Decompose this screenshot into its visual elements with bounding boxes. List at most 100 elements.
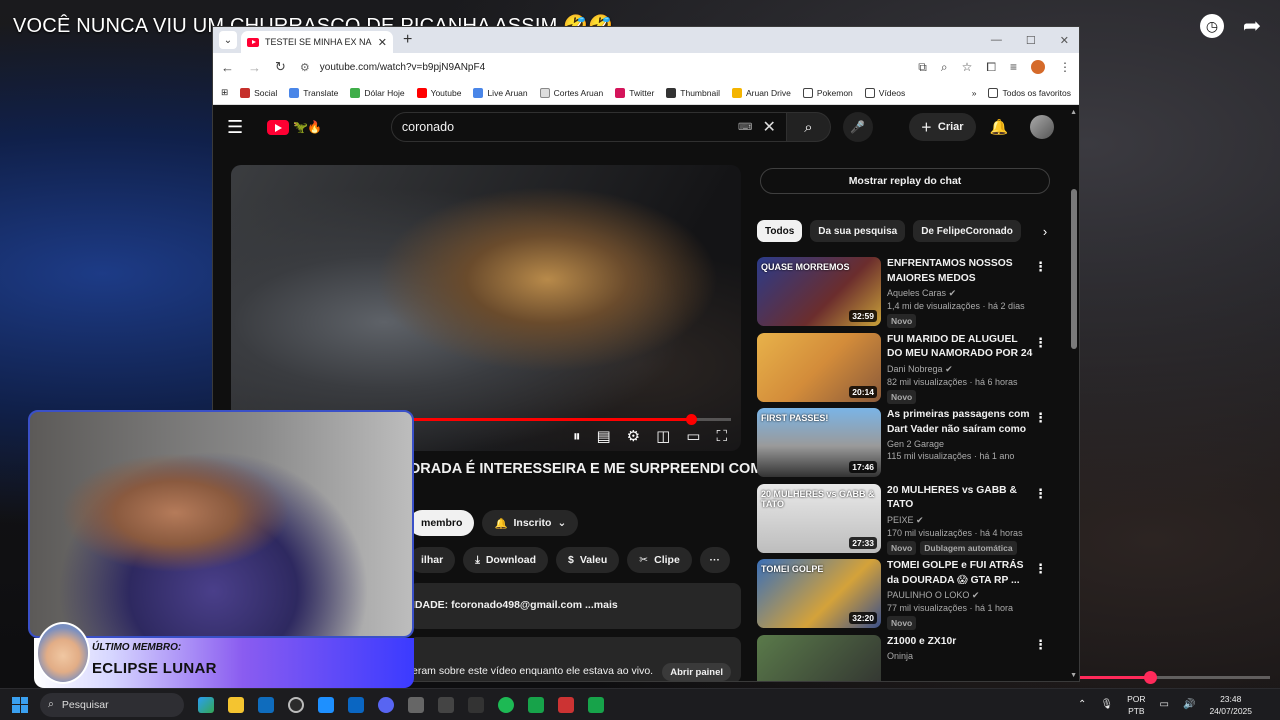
recommendation-title[interactable]: ENFRENTAMOS NOSSOS MAIORES MEDOS: [887, 257, 1035, 286]
search-button[interactable]: ⌕: [786, 112, 831, 142]
chevron-right-icon[interactable]: ›: [1043, 224, 1047, 239]
zoom-icon[interactable]: ⌕: [941, 60, 948, 75]
minimize-icon[interactable]: —: [991, 34, 1002, 47]
stream-progress-bar[interactable]: [1080, 671, 1270, 684]
bookmark-live-aruan[interactable]: Live Aruan: [473, 87, 528, 98]
video-progress-scrubber[interactable]: [686, 414, 697, 425]
close-window-icon[interactable]: ✕: [1060, 34, 1069, 47]
download-button[interactable]: ⤓ Download: [463, 547, 549, 573]
game-3-icon[interactable]: [588, 696, 604, 713]
chip-all[interactable]: Todos: [757, 220, 803, 242]
recommendation-item[interactable]: FIRST PASSES! 17:46 As primeiras passage…: [757, 408, 1057, 484]
more-options-kebab-icon[interactable]: ⋮: [1034, 259, 1047, 275]
more-options-kebab-icon[interactable]: ⋮: [1034, 561, 1047, 577]
recommendation-item[interactable]: QUASE MORREMOS 32:59 ENFRENTAMOS NOSSOS …: [757, 257, 1057, 333]
account-avatar[interactable]: [1030, 115, 1055, 139]
share-arrow-icon[interactable]: ➦: [1240, 13, 1264, 38]
page-scrollbar[interactable]: [1071, 189, 1077, 349]
recommendation-item[interactable]: 20:14 FUI MARIDO DE ALUGUEL DO MEU NAMOR…: [757, 332, 1057, 409]
back-arrow-icon[interactable]: ←: [221, 60, 234, 75]
network-icon[interactable]: ▭: [1160, 699, 1169, 710]
clock[interactable]: 23:48 24/07/2025: [1209, 693, 1252, 717]
video-thumbnail[interactable]: 20:14: [757, 332, 881, 402]
channel-name[interactable]: PEIXE ✔: [887, 515, 1035, 526]
fullscreen-icon[interactable]: ⛶: [716, 428, 727, 445]
share-button[interactable]: ilhar: [409, 547, 456, 573]
channel-name[interactable]: Oninja: [887, 651, 1035, 661]
show-chat-replay-button[interactable]: Mostrar replay do chat: [760, 168, 1050, 194]
outlook-icon[interactable]: [258, 696, 274, 713]
channel-name[interactable]: Aqueles Caras ✔: [887, 288, 1035, 299]
watch-later-clock-icon[interactable]: ◷: [1200, 14, 1224, 38]
windows-start-icon[interactable]: [12, 696, 28, 713]
app-arrow-icon[interactable]: [468, 696, 484, 713]
all-bookmarks[interactable]: Todos os favoritos: [988, 87, 1071, 98]
subtitles-icon[interactable]: ▤: [596, 427, 610, 445]
channel-name[interactable]: PAULINHO O LOKO ✔: [887, 590, 1035, 601]
bookmark-youtube[interactable]: Youtube: [416, 87, 461, 98]
more-options-kebab-icon[interactable]: ⋮: [1034, 637, 1047, 653]
bookmark-social[interactable]: Social: [240, 87, 277, 98]
join-member-button[interactable]: membro: [409, 510, 475, 536]
recommendation-item[interactable]: Z1000 e ZX10r Oninja ⋮: [757, 634, 1057, 681]
scroll-up-icon[interactable]: ▲: [1070, 109, 1077, 116]
reload-icon[interactable]: ↻: [275, 59, 286, 75]
video-thumbnail[interactable]: 20 MULHERES vs GABB & TATO 27:33: [757, 483, 881, 553]
tab-close-icon[interactable]: ✕: [378, 36, 387, 49]
video-thumbnail[interactable]: [757, 634, 881, 681]
open-panel-button[interactable]: Abrir painel: [662, 663, 731, 681]
microphone-icon[interactable]: 🎙: [1100, 699, 1113, 710]
media-control-icon[interactable]: ≡: [1010, 60, 1017, 74]
more-options-kebab-icon[interactable]: ⋮: [1034, 486, 1047, 502]
channel-name[interactable]: Gen 2 Garage: [887, 439, 1035, 449]
video-player[interactable]: ⏸ ▤ ⚙ ◫ ▭ ⛶: [231, 165, 741, 451]
create-button[interactable]: ＋ Criar: [908, 113, 976, 141]
recommendation-title[interactable]: 20 MULHERES vs GABB & TATO: [887, 484, 1035, 513]
channel-name[interactable]: Dani Nobrega ✔: [887, 364, 1035, 375]
description-box[interactable]: IDADE: fcoronado498@gmail.com ...mais: [409, 583, 741, 629]
taskbar-search[interactable]: ⌕ Pesquisar: [40, 692, 184, 717]
scroll-down-icon[interactable]: ▼: [1070, 672, 1077, 679]
autoplay-toggle-icon[interactable]: ⏸: [573, 428, 581, 445]
bookmark-thumbnail[interactable]: Thumbnail: [666, 87, 720, 98]
video-thumbnail[interactable]: TOMEI GOLPE 32:20: [757, 559, 881, 628]
subscribed-button[interactable]: 🔔 Inscrito ⌄: [482, 510, 579, 536]
site-info-icon[interactable]: ⚙: [300, 61, 310, 74]
bookmark-cortes-aruan[interactable]: Cortes Aruan: [539, 87, 603, 98]
video-thumbnail[interactable]: FIRST PASSES! 17:46: [757, 408, 881, 477]
capcut-icon[interactable]: [438, 696, 454, 713]
video-thumbnail[interactable]: QUASE MORREMOS 32:59: [757, 257, 881, 326]
bookmark-pokemon[interactable]: Pokemon: [802, 87, 853, 98]
obs-icon[interactable]: [288, 696, 304, 713]
more-actions-button[interactable]: ···: [699, 547, 730, 573]
volume-icon[interactable]: 🔊: [1183, 699, 1195, 710]
more-options-kebab-icon[interactable]: ⋮: [1034, 335, 1047, 351]
profile-avatar[interactable]: [1031, 60, 1045, 74]
menu-kebab-icon[interactable]: ⋮: [1059, 60, 1071, 74]
bookmark-dolar[interactable]: Dólar Hoje: [350, 87, 405, 98]
spotify-icon[interactable]: [498, 696, 514, 713]
miniplayer-icon[interactable]: ◫: [656, 427, 670, 445]
streamlabs-icon[interactable]: [348, 696, 364, 713]
recommendation-title[interactable]: FUI MARIDO DE ALUGUEL DO MEU NAMORADO PO…: [887, 333, 1035, 362]
active-tab[interactable]: TESTEI SE MINHA EX NAMORADA É INTERESSEI…: [241, 31, 393, 53]
youtube-doodle-icon[interactable]: 🦖🔥: [293, 120, 322, 134]
chip-from-search[interactable]: Da sua pesquisa: [810, 220, 906, 242]
bookmark-aruan-drive[interactable]: Aruan Drive: [731, 87, 791, 98]
bookmark-videos[interactable]: Vídeos: [864, 87, 905, 98]
search-input[interactable]: coronado ⌨ ✕: [390, 112, 787, 142]
recommendation-item[interactable]: 20 MULHERES vs GABB & TATO 27:33 20 MULH…: [757, 483, 1057, 560]
settings-gear-icon[interactable]: ⚙: [627, 427, 640, 445]
extensions-icon[interactable]: ⧠: [986, 60, 996, 75]
youtube-logo-icon[interactable]: [267, 119, 289, 135]
recommendation-title[interactable]: TOMEI GOLPE e FUI ATRÁS da DOURADA 😱 GTA…: [887, 559, 1035, 588]
theater-mode-icon[interactable]: ▭: [686, 427, 700, 445]
hamburger-menu-icon[interactable]: ☰: [227, 117, 253, 138]
recommendation-item[interactable]: TOMEI GOLPE 32:20 TOMEI GOLPE e FUI ATRÁ…: [757, 559, 1057, 635]
bookmark-translate[interactable]: Translate: [289, 87, 338, 98]
notes-icon[interactable]: [318, 696, 334, 713]
keyboard-icon[interactable]: ⌨: [738, 122, 752, 133]
apps-grid-icon[interactable]: ⊞: [221, 87, 228, 98]
address-bar[interactable]: ⚙ youtube.com/watch?v=b9pjN9ANpF4: [300, 56, 904, 78]
tab-search-chevron-icon[interactable]: ⌄: [219, 31, 237, 49]
